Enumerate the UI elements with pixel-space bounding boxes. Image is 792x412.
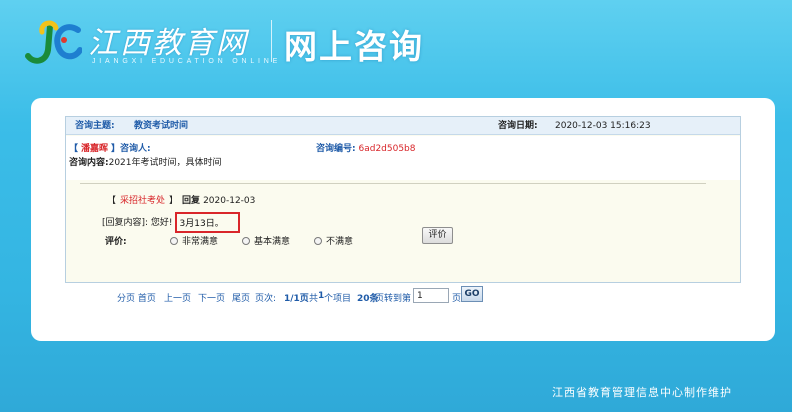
pager-goto-label: 页转到第 <box>375 294 412 304</box>
rate-button[interactable]: 评价 <box>422 227 453 244</box>
rating-option-unsatisfied[interactable]: 不满意 <box>314 234 353 247</box>
radio-icon[interactable] <box>314 236 322 245</box>
asker-name: 潘嘉晖 <box>81 144 109 154</box>
pager-page-suffix: 页 <box>452 294 462 304</box>
site-logo[interactable]: 江西教育网 JIANGXI EDUCATION ONLINE <box>20 14 277 70</box>
page-number-input[interactable] <box>413 288 449 303</box>
question-number-value: 6ad2d505b8 <box>358 144 416 154</box>
reply-department: 采招社考处 <box>120 196 166 206</box>
question-content-label: 咨询内容: <box>69 158 109 168</box>
reply-answer-highlight: 3月13日。 <box>174 212 240 233</box>
reply-header: 【采招社考处】回复 2020-12-03 <box>107 193 255 206</box>
rating-option-label: 不满意 <box>326 237 354 247</box>
pager-pages-value: 1/1页 <box>284 294 309 304</box>
asker-label: 】咨询人: <box>111 144 151 154</box>
asker-line: 【潘嘉晖 】咨询人: <box>69 141 151 154</box>
topic-label: 咨询主题: <box>75 121 115 131</box>
reply-keyword: 回复 <box>182 196 201 206</box>
topic-bar: 咨询主题: 教资考试时间 咨询日期: 2020-12-03 15:16:23 <box>66 117 740 135</box>
radio-icon[interactable] <box>242 236 250 245</box>
reply-divider <box>80 183 706 184</box>
footer-credit: 江西省教育管理信息中心制作维护 <box>552 386 732 399</box>
rating-option-very-satisfied[interactable]: 非常满意 <box>170 234 218 247</box>
pager-total-suffix: 个项目 <box>324 294 352 304</box>
reply-date: 2020-12-03 <box>203 196 256 206</box>
date-label: 咨询日期: <box>498 121 538 131</box>
topic-value: 教资考试时间 <box>134 121 189 131</box>
pager-next-link[interactable]: 下一页 <box>198 291 225 304</box>
page-title: 网上咨询 <box>284 27 424 66</box>
logo-chinese-text: 江西教育网 <box>88 26 248 61</box>
rating-option-label: 基本满意 <box>254 237 291 247</box>
question-content: 咨询内容:2021年考试时间，具体时间 <box>69 155 222 168</box>
question-content-value: 2021年考试时间，具体时间 <box>108 158 222 168</box>
asker-open-bracket: 【 <box>69 144 79 154</box>
question-number-label: 咨询编号: <box>316 144 356 154</box>
jx-logo-icon <box>25 20 82 64</box>
question-section: 【潘嘉晖 】咨询人: 咨询编号: 6ad2d505b8 咨询内容:2021年考试时… <box>66 136 740 180</box>
rating-option-label: 非常满意 <box>182 237 219 247</box>
consult-card: 咨询主题: 教资考试时间 咨询日期: 2020-12-03 15:16:23 【… <box>31 98 775 341</box>
pager-prev-link[interactable]: 上一页 <box>164 291 191 304</box>
date-value: 2020-12-03 15:16:23 <box>555 121 651 131</box>
reply-content-label: [回复内容]: 您好! <box>102 218 173 228</box>
rating-row: 评价: <box>105 234 127 247</box>
radio-icon[interactable] <box>170 236 178 245</box>
rating-label: 评价: <box>105 237 127 247</box>
consult-panel: 咨询主题: 教资考试时间 咨询日期: 2020-12-03 15:16:23 【… <box>65 116 741 283</box>
rating-option-satisfied[interactable]: 基本满意 <box>242 234 290 247</box>
reply-open-bracket: 【 <box>107 196 117 206</box>
pager-first-link[interactable]: 分页 首页 <box>117 291 156 304</box>
pager-pages-label: 页次: <box>255 294 277 304</box>
pager-total-prefix: 共 <box>309 294 319 304</box>
header-divider <box>271 20 272 62</box>
pager-last-link[interactable]: 尾页 <box>232 291 250 304</box>
reply-content: [回复内容]: 您好! 3月13日。 <box>102 212 240 233</box>
question-number: 咨询编号: 6ad2d505b8 <box>316 141 416 154</box>
go-button[interactable]: GO <box>461 286 483 302</box>
logo-english-text: JIANGXI EDUCATION ONLINE <box>92 58 282 65</box>
reply-close-bracket: 】 <box>169 196 179 206</box>
